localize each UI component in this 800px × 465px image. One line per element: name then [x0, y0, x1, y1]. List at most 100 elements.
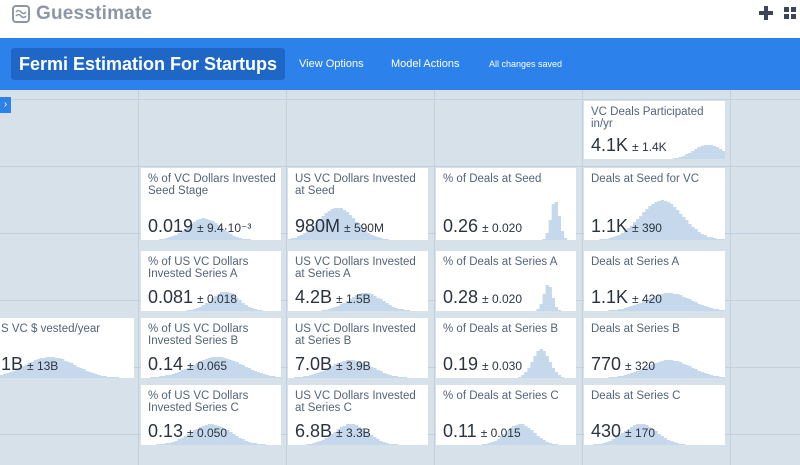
metric-label: S VC $ vested/year: [1, 323, 101, 335]
metric-value-row: 980M ± 590M: [295, 216, 384, 237]
model-actions-button[interactable]: Model Actions: [391, 58, 459, 70]
metric-card-pct-deals-b[interactable]: % of Deals at Series B 0.19 ± 0.030: [436, 318, 576, 378]
metric-mean: 0.019: [148, 216, 194, 236]
metric-mean: 770: [591, 354, 622, 374]
metric-mean: 0.19: [443, 354, 479, 374]
metric-value-row: 1B ± 13B: [1, 354, 58, 375]
metric-mean: 0.11: [443, 421, 477, 441]
metric-card-pct-deals-a[interactable]: % of Deals at Series A 0.28 ± 0.020: [436, 251, 576, 311]
model-title: Fermi Estimation For Startups: [19, 53, 278, 74]
metric-mean: 4.1K: [591, 135, 629, 155]
model-header: Fermi Estimation For Startups View Optio…: [0, 38, 800, 90]
metric-error: ± 590M: [344, 221, 384, 235]
metric-mean: 0.14: [148, 354, 184, 374]
metric-label: VC Deals Participated in/yr: [591, 106, 704, 130]
metric-card-usd-b[interactable]: US VC Dollars Invested at Series B 7.0B ± …: [288, 318, 428, 378]
metric-label: US VC Dollars Invested at Series B: [295, 323, 416, 347]
metric-card-pct-deals-c[interactable]: % of Deals at Series C 0.11 ± 0.015: [436, 385, 576, 445]
metric-card-deals-a[interactable]: Deals at Series A 1.1K ± 420: [584, 251, 725, 311]
metric-mean: 0.081: [148, 287, 194, 307]
metric-error: ± 0.018: [197, 292, 237, 306]
top-bar: Guesstimate: [0, 0, 800, 28]
metric-mean: 7.0B: [295, 354, 333, 374]
chevron-right-icon[interactable]: ›: [0, 97, 11, 113]
metric-value-row: 4.2B ± 1.5B: [295, 287, 371, 308]
metric-value-row: 430 ± 170: [591, 421, 655, 442]
metric-value-row: 0.13 ± 0.050: [148, 421, 227, 442]
metric-error: ± 0.065: [187, 359, 227, 373]
app-name: Guesstimate: [36, 3, 153, 24]
metric-error: ± 3.3B: [336, 426, 371, 440]
metric-error: ± 0.050: [187, 426, 227, 440]
guesstimate-logo-icon: [12, 5, 30, 23]
metric-label: % of Deals at Seed: [443, 173, 542, 185]
metric-value-row: 0.26 ± 0.020: [443, 216, 522, 237]
metric-value-row: 0.14 ± 0.065: [148, 354, 227, 375]
metric-label: % of US VC Dollars Invested Series B: [148, 323, 249, 347]
metric-card-pct-deals-seed[interactable]: % of Deals at Seed 0.26 ± 0.020: [436, 168, 576, 240]
metric-label: % of Deals at Series A: [443, 256, 558, 268]
metric-mean: 1.1K: [591, 287, 629, 307]
metric-label: Deals at Seed for VC: [591, 173, 700, 185]
metric-card-deals-c[interactable]: Deals at Series C 430 ± 170: [584, 385, 725, 445]
metric-value-row: 0.019 ± 9.4·10⁻³: [148, 216, 251, 237]
metric-error: ± 13B: [27, 359, 59, 373]
metric-error: ± 390: [632, 221, 662, 235]
metric-mean: 1B: [1, 354, 24, 374]
metric-error: ± 3.9B: [336, 359, 371, 373]
metric-error: ± 0.015: [480, 426, 521, 440]
metric-mean: 430: [591, 421, 622, 441]
app-logo[interactable]: Guesstimate: [12, 3, 152, 25]
metric-value-row: 0.11 ± 0.015: [443, 421, 521, 442]
metric-value-row: 0.28 ± 0.020: [443, 287, 522, 308]
metric-card-pct-dollars-c[interactable]: % of US VC Dollars Invested Series C 0.13…: [141, 385, 281, 445]
metric-error: ± 170: [625, 426, 655, 440]
metric-mean: 0.28: [443, 287, 479, 307]
metric-value-row: 770 ± 320: [591, 354, 655, 375]
metric-label: US VC Dollars Invested at Series C: [295, 390, 416, 414]
metric-card-deals-b[interactable]: Deals at Series B 770 ± 320: [584, 318, 725, 378]
metric-value-row: 4.1K ± 1.4K: [591, 135, 667, 156]
metric-label: Deals at Series B: [591, 323, 680, 335]
metric-card-usd-c[interactable]: US VC Dollars Invested at Series C 6.8B ± …: [288, 385, 428, 445]
metric-error: ± 320: [625, 359, 655, 373]
metric-value-row: 0.19 ± 0.030: [443, 354, 522, 375]
metric-card-pct-dollars-seed[interactable]: % of VC Dollars Invested Seed Stage 0.019…: [141, 168, 281, 240]
metric-card-deals-seed[interactable]: Deals at Seed for VC 1.1K ± 390: [584, 168, 725, 240]
metric-value-row: 1.1K ± 390: [591, 216, 662, 237]
metric-mean: 0.26: [443, 216, 479, 236]
metric-mean: 1.1K: [591, 216, 629, 236]
metric-value-row: 1.1K ± 420: [591, 287, 662, 308]
metric-label: % of VC Dollars Invested Seed Stage: [148, 173, 276, 197]
metric-label: Deals at Series A: [591, 256, 680, 268]
metric-mean: 0.13: [148, 421, 184, 441]
metric-error: ± 0.030: [482, 359, 522, 373]
metric-label: Deals at Series C: [591, 390, 681, 402]
metric-error: ± 9.4·10⁻³: [197, 221, 252, 235]
metric-mean: 4.2B: [295, 287, 333, 307]
metric-card-us-vc-total[interactable]: S VC $ vested/year 1B ± 13B: [0, 318, 134, 378]
metric-error: ± 0.020: [482, 221, 522, 235]
metric-label: % of Deals at Series C: [443, 390, 559, 402]
save-status: All changes saved: [489, 59, 563, 69]
plus-icon[interactable]: [757, 4, 775, 22]
metric-card-vc-deals-yr[interactable]: VC Deals Participated in/yr 4.1K ± 1.4K: [584, 101, 725, 159]
view-options-button[interactable]: View Options: [299, 58, 364, 70]
metric-card-usd-a[interactable]: US VC Dollars Invested at Series A 4.2B ± …: [288, 251, 428, 311]
metric-error: ± 1.4K: [632, 140, 667, 154]
metric-label: US VC Dollars Invested at Series A: [295, 256, 416, 280]
metric-mean: 980M: [295, 216, 341, 236]
model-title-box[interactable]: Fermi Estimation For Startups: [11, 48, 286, 80]
grid-icon[interactable]: [784, 4, 798, 22]
metric-value-row: 6.8B ± 3.3B: [295, 421, 371, 442]
metric-error: ± 0.020: [482, 292, 522, 306]
metric-error: ± 1.5B: [336, 292, 371, 306]
metric-card-pct-dollars-a[interactable]: % of US VC Dollars Invested Series A 0.08…: [141, 251, 281, 311]
metric-label: % of US VC Dollars Invested Series C: [148, 390, 249, 414]
metric-mean: 6.8B: [295, 421, 333, 441]
metric-card-pct-dollars-b[interactable]: % of US VC Dollars Invested Series B 0.14…: [141, 318, 281, 378]
metric-card-usd-seed[interactable]: US VC Dollars Invested at Seed 980M ± 590M: [288, 168, 428, 240]
metric-label: % of US VC Dollars Invested Series A: [148, 256, 249, 280]
metric-error: ± 420: [632, 292, 662, 306]
metric-value-row: 7.0B ± 3.9B: [295, 354, 371, 375]
